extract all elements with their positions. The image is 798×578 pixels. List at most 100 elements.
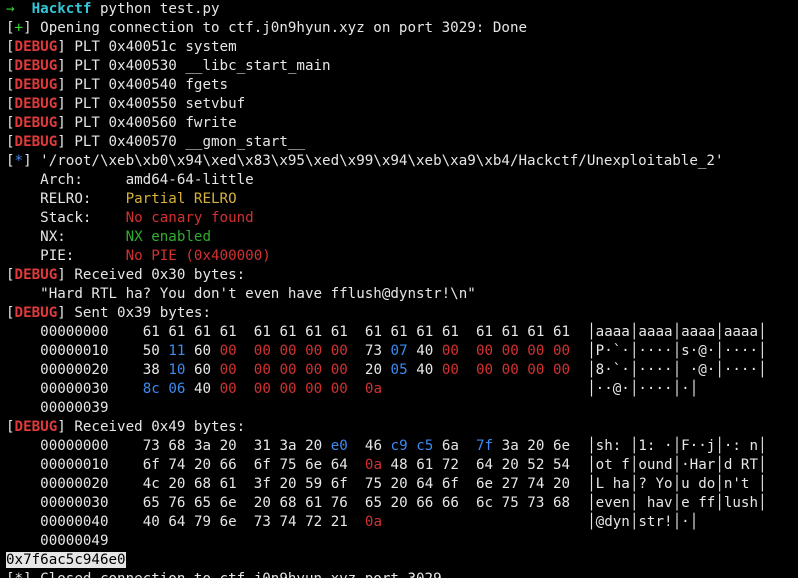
hexdump-byte: 00 [330, 381, 348, 397]
log-tag: DEBUG [14, 267, 58, 283]
hexdump-byte: 40 [142, 514, 160, 530]
ascii-border: │ [715, 495, 724, 511]
ascii-group: 1: · [638, 438, 673, 454]
hexdump-byte: 00 [527, 362, 545, 378]
hexdump-byte: 21 [330, 514, 348, 530]
bracket: [ [6, 96, 15, 112]
ascii-group: ···· [638, 381, 673, 397]
hexdump-offset: 00000020 [40, 476, 109, 492]
hexdump-byte: 65 [364, 495, 382, 511]
hexdump-byte: 61 [390, 324, 408, 340]
checksec-value: NX enabled [125, 229, 212, 245]
hexdump-byte: 75 [364, 476, 382, 492]
bracket: ] [57, 419, 66, 435]
hexdump-byte: 20 [552, 476, 571, 492]
hexdump-byte: 72 [305, 514, 323, 530]
log-text: PLT 0x400550 setvbuf [65, 96, 246, 112]
checksec-value: amd64-64-little [125, 172, 254, 188]
log-tag: DEBUG [14, 58, 58, 74]
bracket: ] [57, 134, 66, 150]
checksec-line: NX: NX enabled [6, 228, 798, 247]
hexdump-byte: 00 [527, 343, 545, 359]
log-text: PLT 0x400530 __libc_start_main [65, 58, 331, 74]
hexdump-offset: 00000000 [40, 324, 109, 340]
hexdump-byte: 6e [305, 457, 323, 473]
ascii-group: ·Har [681, 457, 716, 473]
bracket: ] [23, 20, 32, 36]
hexdump-byte: 52 [527, 457, 545, 473]
hexdump-byte: 00 [441, 362, 459, 378]
ascii-border: │ [587, 495, 596, 511]
bracket: ] [57, 267, 66, 283]
bracket: ] [57, 58, 66, 74]
hexdump-byte: 66 [441, 495, 459, 511]
hexdump-byte: 6f [142, 457, 160, 473]
ascii-group: ? Yo [638, 476, 673, 492]
hexdump-byte: 31 [253, 438, 271, 454]
terminal[interactable]: → Hackctf python test.py [+] Opening conn… [0, 0, 798, 578]
hexdump-byte: 61 [364, 324, 382, 340]
hexdump-byte: 8c [142, 381, 160, 397]
hexdump-byte: 61 [219, 476, 237, 492]
leak-line[interactable]: 0x7f6ac5c946e0 [6, 551, 798, 570]
ascii-border: │ [587, 514, 596, 530]
hexdump-byte: 00 [279, 362, 297, 378]
hexdump-byte: 00 [552, 362, 571, 378]
log-text: PLT 0x400570 __gmon_start__ [65, 134, 305, 150]
hexdump-ascii: │··@·│····│·│ [587, 381, 698, 397]
hexdump-byte: 00 [552, 343, 571, 359]
log-text: PLT 0x40051c system [65, 39, 237, 55]
hexdump-byte: e0 [330, 438, 348, 454]
hexdump-offset: 00000010 [40, 343, 109, 359]
bracket: ] [57, 39, 66, 55]
checksec-line: Stack: No canary found [6, 209, 798, 228]
log-tag: DEBUG [14, 419, 58, 435]
ascii-group: s·@· [681, 343, 716, 359]
leaked-address[interactable]: 0x7f6ac5c946e0 [6, 552, 126, 568]
checksec-key: Arch: [6, 172, 126, 188]
ascii-border: │ [715, 324, 724, 340]
hexdump-byte: 61 [476, 324, 494, 340]
ascii-group: 8·`· [595, 362, 630, 378]
hexdump-offset: 00000030 [40, 381, 109, 397]
ascii-border: │ [672, 514, 682, 530]
hexdump-byte: 3a [279, 438, 297, 454]
bracket: [ [6, 77, 15, 93]
prompt-arrow-icon: → [6, 1, 15, 17]
log-text: Received 0x30 bytes: [65, 267, 246, 283]
checksec-key: NX: [6, 229, 126, 245]
ascii-group: d RT [723, 457, 758, 473]
